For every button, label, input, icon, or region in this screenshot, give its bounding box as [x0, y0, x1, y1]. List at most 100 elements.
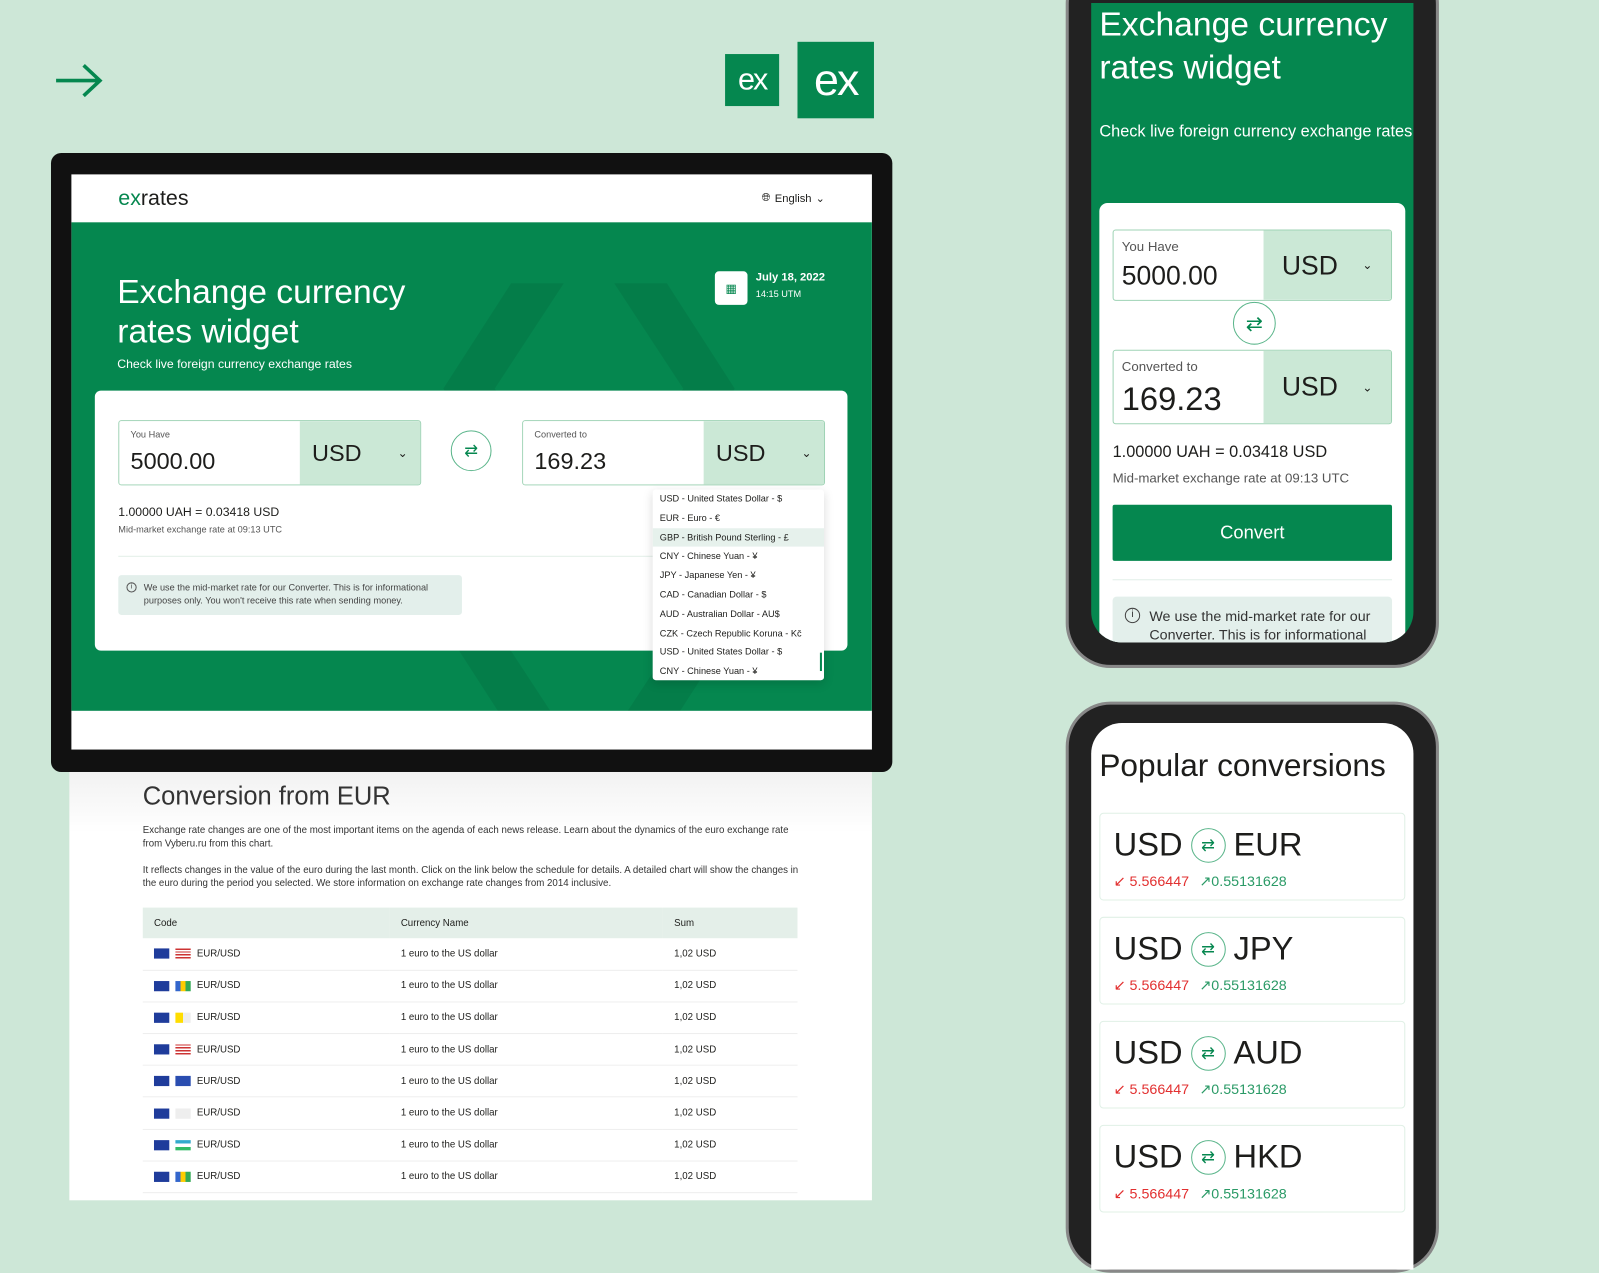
table-row: EUR/USD 1 euro to the US dollar 1,02 USD — [142, 1033, 798, 1066]
page-title: Exchange currency rates widget — [117, 272, 406, 350]
dropdown-option[interactable]: CZK - Czech Republic Koruna - Kč — [653, 624, 824, 643]
date-text: July 18, 2022 — [755, 271, 826, 284]
code-text: EUR/USD — [196, 948, 241, 960]
arrow-right-icon — [56, 63, 103, 98]
up-value: 0.55131628 — [1211, 872, 1287, 890]
dropdown-option[interactable]: JPY - Japanese Yen - ¥ — [653, 566, 824, 585]
table-row: EUR/USD 1 euro to the US dollar 1,02 USD — [142, 1097, 798, 1130]
eu-flag-icon — [153, 1139, 170, 1151]
dropdown-option[interactable]: GBP - British Pound Sterling - £ — [652, 527, 824, 548]
desktop-screen: exrates 🌐︎English⌄ ❮❯ ❮❯ Exchange curren… — [71, 174, 872, 750]
brand-suffix: rates — [140, 186, 189, 210]
country-flag-icon — [175, 1139, 191, 1151]
converted-input[interactable]: Converted to 169.23 — [1114, 351, 1264, 423]
header: exrates 🌐︎ English ⌄ — [71, 174, 872, 222]
table-row: EUR/USD 1 euro to the US dollar 1,02 USD — [142, 1129, 798, 1162]
dropdown-option[interactable]: USD - United States Dollar - $ — [653, 643, 824, 662]
from-currency-select[interactable]: USD ⌄ — [299, 421, 421, 485]
doc-paragraph: It reflects changes in the value of the … — [142, 864, 799, 890]
dropdown-option[interactable]: CNY - Chinese Yuan - ¥ — [653, 662, 824, 680]
down-value: 5.566447 — [1129, 872, 1190, 890]
dropdown-option[interactable]: EUR - Euro - € — [653, 509, 824, 528]
logo-large: ex — [797, 41, 874, 119]
rate-up: ↗0.55131628 — [1199, 873, 1286, 889]
country-flag-icon — [175, 1108, 191, 1119]
dropdown-option[interactable]: CNY - Chinese Yuan - ¥ — [653, 547, 824, 566]
date-display: ▦ July 18, 2022 14:15 UTM — [714, 271, 826, 305]
you-have-field: You Have 5000.00 USD ⌄ — [1112, 229, 1393, 301]
to-currency: USD — [715, 439, 766, 466]
dropdown-scrollbar[interactable] — [819, 652, 822, 672]
code-text: EUR/USD — [196, 1075, 241, 1087]
column-header: Sum — [662, 907, 798, 939]
convert-button[interactable]: Convert — [1112, 504, 1393, 561]
rate-down: ↙ 5.566447 — [1114, 1185, 1189, 1201]
calendar-icon: ▦ — [714, 271, 748, 305]
code-text: EUR/USD — [196, 1043, 241, 1056]
table-row: EUR/USD 1 euro to the US dollar 1,02 USD — [142, 938, 798, 971]
up-value: 0.55131628 — [1211, 976, 1287, 994]
code-text: EUR/USD — [196, 1171, 241, 1183]
to-currency: HKD — [1233, 1138, 1303, 1175]
swap-icon: ⇄ — [1190, 827, 1226, 863]
dropdown-option[interactable]: CAD - Canadian Dollar - $ — [653, 585, 824, 604]
currency-name-cell: 1 euro to the US dollar — [389, 970, 663, 1003]
to-currency: EUR — [1233, 826, 1303, 863]
info-icon: i — [1124, 607, 1141, 624]
rate-subtext: Mid-market exchange rate at 09:13 UTC — [118, 524, 283, 535]
sum-cell: 1,02 USD — [662, 1097, 798, 1130]
popular-conversion-card[interactable]: USD ⇄ EUR ↙ 5.566447 ↗0.55131628 — [1099, 812, 1406, 901]
code-text: EUR/USD — [196, 1139, 241, 1151]
sum-cell: 1,02 USD — [662, 970, 798, 1003]
from-currency: USD — [312, 439, 362, 466]
info-icon: i — [126, 582, 137, 593]
popular-conversion-card[interactable]: USD ⇄ JPY ↙ 5.566447 ↗0.55131628 — [1099, 916, 1406, 1005]
swap-icon: ⇄ — [1190, 931, 1226, 967]
converted-label: Converted to — [1121, 358, 1198, 375]
country-flag-icon — [175, 1012, 191, 1023]
page-subtitle: Check live foreign currency exchange rat… — [117, 356, 352, 372]
table-row: EUR/USD 1 euro to the US dollar 1,02 USD — [142, 1001, 798, 1035]
column-header: Currency Name — [389, 907, 663, 939]
phone-converter: Exchange currency rates widget Check liv… — [1065, 0, 1439, 668]
currency-name-cell: 1 euro to the US dollar — [389, 1097, 663, 1130]
country-flag-icon — [175, 1076, 191, 1087]
language-selector[interactable]: 🌐︎ English ⌄ — [762, 192, 825, 205]
eu-flag-icon — [153, 980, 170, 992]
sum-cell: 1,02 USD — [662, 1001, 798, 1035]
doc-title: Conversion from EUR — [142, 782, 391, 811]
swap-button[interactable]: ⇄ — [1232, 301, 1276, 345]
amount-input[interactable]: You Have 5000.00 — [1114, 230, 1264, 299]
to-currency: JPY — [1233, 930, 1294, 967]
converted-input[interactable]: Converted to 169.23 — [523, 421, 704, 485]
dropdown-option[interactable]: USD - United States Dollar - $ — [653, 490, 824, 509]
popular-conversion-card[interactable]: USD ⇄ HKD ↙ 5.566447 ↗0.55131628 — [1099, 1124, 1406, 1213]
from-currency-select[interactable]: USD ⌄ — [1263, 230, 1392, 300]
code-cell: EUR/USD — [142, 1097, 390, 1130]
chevron-down-icon: ⌄ — [1362, 379, 1373, 395]
currency-name-cell: 1 euro to the US dollar — [389, 1001, 663, 1035]
to-currency-select[interactable]: USD ⌄ — [1263, 350, 1392, 424]
dropdown-option[interactable]: AUD - Australian Dollar - AU$ — [653, 605, 824, 624]
from-currency: USD — [1113, 930, 1183, 967]
up-value: 0.55131628 — [1211, 1185, 1287, 1202]
code-cell: EUR/USD — [142, 1160, 390, 1194]
chevron-down-icon: ⌄ — [397, 445, 408, 460]
brand-logo[interactable]: exrates — [118, 186, 188, 210]
mobile-screen: Exchange currency rates widget Check liv… — [1091, 3, 1414, 643]
sum-cell: 1,02 USD — [662, 938, 798, 971]
popular-conversion-card[interactable]: USD ⇄ AUD ↙ 5.566447 ↗0.55131628 — [1099, 1020, 1406, 1109]
amount-input[interactable]: You Have 5000.00 — [119, 421, 300, 485]
amount-value: 5000.00 — [130, 447, 216, 475]
currency-dropdown: USD - United States Dollar - $ EUR - Eur… — [652, 489, 824, 681]
currency-name-cell: 1 euro to the US dollar — [389, 1065, 663, 1098]
arrow-down-left-icon: ↙ — [1113, 1185, 1126, 1202]
swap-button[interactable]: ⇄ — [450, 430, 492, 472]
to-currency: USD — [1281, 371, 1338, 402]
chevron-down-icon: ⌄ — [815, 192, 826, 205]
rate-subtext: Mid-market exchange rate at 09:13 UTC — [1112, 470, 1350, 486]
from-currency: USD — [1281, 249, 1338, 280]
rate-text: 1.00000 UAH = 0.03418 USD — [1112, 443, 1328, 461]
to-currency-select[interactable]: USD ⌄ — [703, 421, 824, 485]
time-text: 14:15 UTM — [755, 288, 802, 299]
